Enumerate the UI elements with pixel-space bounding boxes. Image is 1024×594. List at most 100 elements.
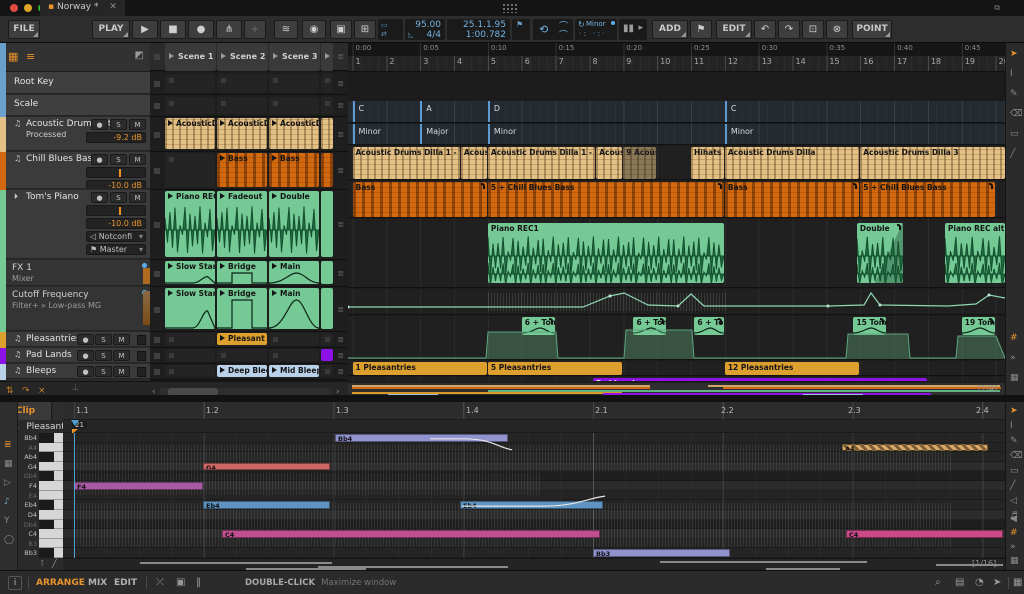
stop-clip-button[interactable] [154,81,160,87]
launcher-clip-bass[interactable]: Bass [269,153,319,187]
position-display[interactable]: 25.1.1.95 1:00.782 [447,19,510,40]
track-header-piano[interactable]: ⏵Tom's Piano●SM-10.0 dB◁ Notconfi▾⚑ Mast… [6,190,150,259]
editor-tool-3[interactable]: ⌫ [1010,451,1023,461]
piano-routing-select[interactable]: ⚑ Master▾ [86,244,146,255]
editor-velocity-lane[interactable] [63,558,1005,570]
info-button[interactable]: i [8,576,22,590]
launcher-clip-drums[interactable] [321,118,333,149]
bleeps-arm-button[interactable]: ● [77,366,94,377]
launcher-cell-empty[interactable] [321,333,333,345]
editor-tool-6[interactable]: ◁ [1010,496,1017,506]
scene-header-1[interactable]: Scene 1 [165,43,216,71]
fade-out-icon[interactable]: ⌒ [559,28,568,40]
launcher-clip-piano[interactable]: Piano REC1 [165,191,215,257]
bass-volume-fader[interactable] [86,167,146,178]
search-icon[interactable]: ⌕ [935,577,941,588]
editor-tool-2[interactable]: ✎ [1010,436,1018,446]
track-launcher-menu-icon[interactable]: ≣ [337,101,344,110]
launcher-cell-empty[interactable] [165,153,215,187]
track-header-bass[interactable]: ♫Chill Blues Bass●SM-10.0 dB [6,152,150,189]
delete-button[interactable]: ⊗ [826,20,848,39]
launcher-cell-empty[interactable] [321,74,333,92]
arranger-lane-drums[interactable]: Acoustic Drums Dilla 1 - w PercAcoustic … [348,146,1005,180]
scale-marker[interactable]: Minor [725,124,753,144]
launcher-cell-empty[interactable] [217,349,267,361]
undo-button[interactable]: ↶ [754,20,776,39]
arranger-clip-pleasantries[interactable]: 12 Pleasantries [725,362,859,375]
launcher-clip-drums[interactable]: AcousticDr [165,118,215,149]
piano-key-white[interactable] [39,481,63,491]
editor-tool-bottom-3[interactable]: ▦ [1010,556,1019,566]
pleasantries-mini-fader[interactable] [137,335,146,345]
arranger-lane-cutoff[interactable]: 6 + Tom6 + Tom6 + Tom15 Tom's F19 Tom's … [348,316,1005,360]
editor-gutter-icon-1[interactable]: ▦ [4,459,13,469]
piano-key-white[interactable] [39,491,63,501]
file-button[interactable]: FILE [8,20,40,39]
arranger-clip-drums[interactable]: 9 Acoustic [623,147,656,179]
arranger-tool-5[interactable]: ╱ [1010,149,1015,159]
piano-key-white[interactable] [39,510,63,520]
launcher-clip-drums[interactable]: AcousticDr [269,118,319,149]
view-edit-button[interactable]: EDIT [114,578,137,588]
piano-volume-value[interactable]: -10.0 dB [86,218,146,229]
project-tab[interactable]: ▪ Norway * ✕ [40,0,125,16]
launcher-clip-piano[interactable]: Double [269,191,319,257]
piano-panel-icon[interactable]: ▦ [1013,577,1022,588]
launcher-clip-bass[interactable] [321,153,333,187]
play-menu-button[interactable]: PLAY [92,20,130,39]
record-button[interactable]: ● [188,20,214,39]
editor-tool-5[interactable]: ╱ [1010,481,1015,491]
stop-clip-button[interactable] [154,103,160,109]
arranger-lane-bass[interactable]: Bass5 + Chill Blues BassBass5 + Chill Bl… [348,181,1005,218]
layers-button[interactable]: ≋ [274,20,298,39]
close-window-light[interactable] [10,4,18,12]
track-header-scale[interactable]: Scale [6,95,150,116]
launcher-clip-bleeps[interactable]: Deep Bleep [217,365,267,377]
cutoff-automation-area[interactable] [348,316,1005,360]
bleeps-mute-button[interactable]: M [113,366,130,377]
piano-key-black[interactable] [39,452,54,462]
arranger-clip-drums[interactable]: Hihats [691,147,724,179]
track-header-pleasantries[interactable]: ♫Pleasantries●SM [6,332,150,347]
drums-mute-button[interactable]: M [129,119,146,130]
track-launcher-menu-icon[interactable]: ≣ [337,305,344,314]
piano-arm-button[interactable]: ● [91,192,108,203]
launcher-clip-cutoff[interactable]: Bridge [217,288,267,329]
stop-clip-button[interactable] [154,168,160,174]
editor-tool-1[interactable]: I [1010,421,1013,431]
stop-all-clips-button[interactable] [154,54,160,60]
minimize-window-light[interactable] [24,4,32,12]
panel-splitter[interactable] [0,395,1024,402]
piano-solo-button[interactable]: S [110,192,127,203]
tempo-display[interactable]: 95.00 ◺ 4/4 [405,19,445,40]
arranger-clip-piano[interactable]: Double [857,223,903,283]
arranger-clip-pleasantries[interactable]: 5 Pleasantries [488,362,622,375]
groove-scale-label[interactable]: Minor [586,20,606,28]
time-signature-value[interactable]: 4/4 [427,30,441,40]
arranger-clip-pleasantries[interactable]: 1 Pleasantries [353,362,487,375]
launcher-clip-drums[interactable]: AcousticDr [217,118,267,149]
launcher-cell-empty[interactable] [321,365,333,377]
launcher-clip-cutoff[interactable]: Main [269,288,319,329]
arranger-clip-bass[interactable]: 5 + Chill Blues Bass [488,182,724,217]
editor-tool-bottom-0[interactable]: ◀ [1010,514,1017,524]
track-header-drums[interactable]: ♫Acoustic Drums Kit 2Processed●SM-9.2 dB [6,117,150,151]
track-launcher-menu-icon[interactable]: ≣ [337,269,344,278]
toggle-launcher-panel-button[interactable]: ▣ [330,20,352,39]
project-folder-icon[interactable]: ▸ [638,23,643,33]
play-button[interactable]: ▶ [132,20,158,39]
key-marker[interactable]: D [488,101,500,122]
arranger-tool-3[interactable]: ⌫ [1010,109,1023,119]
bitwig-logo[interactable] [502,3,517,13]
arranger-clip-drums[interactable]: Acoustic Drums Dilla 3 [860,147,1005,179]
launcher-cell-empty[interactable] [269,333,319,345]
pleasantries-arm-button[interactable]: ● [77,334,94,345]
grid-view-icon[interactable]: ▦ [8,50,18,63]
piano-volume-fader[interactable] [86,205,146,216]
editor-gutter-icon-3[interactable]: ♪ [4,497,10,507]
piano-key-white[interactable] [39,443,63,453]
arranger-clip-bass[interactable]: Bass [353,182,487,217]
clock-icon[interactable]: ◔ [975,577,984,588]
arranger-lane-fx1[interactable] [348,289,1005,315]
drums-solo-button[interactable]: S [110,119,127,130]
